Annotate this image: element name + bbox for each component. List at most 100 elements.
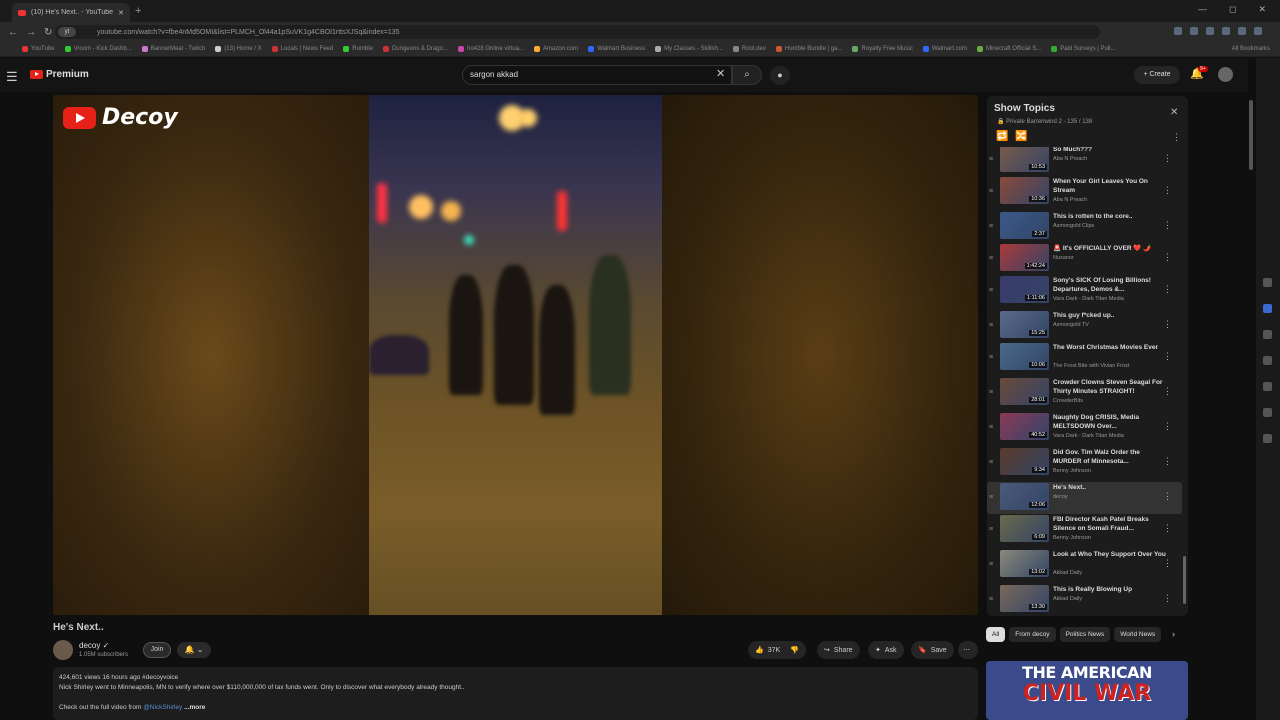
playlist-item[interactable]: ≡ 15:25 This guy f*cked up.. Asmongold TV ⋮	[987, 310, 1182, 342]
drag-handle-icon[interactable]: ≡	[989, 223, 993, 230]
thumbs-down-icon[interactable]: 👎	[790, 646, 799, 654]
drag-handle-icon[interactable]: ≡	[989, 494, 993, 501]
playlist-scrollbar[interactable]	[1183, 556, 1186, 604]
clear-search-icon[interactable]: ✕	[716, 67, 725, 80]
playlist-item-channel[interactable]: Benny Johnson	[1053, 468, 1091, 474]
playlist-item-channel[interactable]: Nuxanor	[1053, 255, 1074, 261]
playlist-item[interactable]: ≡ 40:52 Naughty Dog CRISIS, Media MELTSDOW…	[987, 412, 1182, 447]
playlist-item[interactable]: ≡ 12:06 He's Next.. decoy ⋮	[987, 482, 1182, 514]
bookmark-item[interactable]: ho428 Online virtua...	[458, 46, 524, 52]
video-thumbnail[interactable]: 13:02	[1000, 550, 1049, 577]
reload-icon[interactable]: ↻	[44, 27, 52, 38]
bookmark-item[interactable]: Royalty Free Music	[852, 46, 913, 52]
playlist-item-title[interactable]: This is rotten to the core..	[1053, 212, 1169, 221]
video-thumbnail[interactable]: 10:06	[1000, 343, 1049, 370]
extension-icon[interactable]	[1238, 27, 1246, 35]
drag-handle-icon[interactable]: ≡	[989, 287, 993, 294]
bookmark-item[interactable]: Walmart Business	[588, 46, 645, 52]
playlist-item-channel[interactable]: Aba N Preach	[1053, 156, 1087, 162]
drag-handle-icon[interactable]: ≡	[989, 459, 993, 466]
bookmark-item[interactable]: Paid Surveys | Pull...	[1051, 46, 1115, 52]
playlist-item[interactable]: ≡ 13:02 Look at Who They Support Over You A…	[987, 549, 1182, 584]
back-icon[interactable]: ←	[8, 27, 18, 38]
item-more-icon[interactable]: ⋮	[1163, 153, 1172, 164]
voice-search-button[interactable]: ●	[770, 66, 790, 85]
profile-icon[interactable]	[1254, 27, 1262, 35]
drag-handle-icon[interactable]: ≡	[989, 561, 993, 568]
playlist-item-title[interactable]: The Worst Christmas Movies Ever	[1053, 343, 1169, 352]
playlist-item-channel[interactable]: Aba N Preach	[1053, 197, 1087, 203]
filter-chip[interactable]: All	[986, 627, 1006, 642]
description-box[interactable]: 424,601 views 16 hours ago #decoyvoice N…	[53, 667, 978, 720]
item-more-icon[interactable]: ⋮	[1163, 456, 1172, 467]
filter-chip[interactable]: From decoy	[1009, 627, 1056, 642]
playlist-item-title[interactable]: Did Gov. Tim Walz Order the MURDER of Mi…	[1053, 448, 1169, 466]
playlist-item[interactable]: ≡ 6:09 FBI Director Kash Patel Breaks Sile…	[987, 514, 1182, 549]
new-tab-button[interactable]: +	[135, 5, 141, 17]
bookmark-item[interactable]: Humble Bundle | ga...	[775, 46, 842, 52]
user-avatar[interactable]	[1218, 67, 1233, 82]
playlist-item-title[interactable]: Naughty Dog CRISIS, Media MELTSDOWN Over…	[1053, 413, 1169, 431]
video-thumbnail[interactable]: 10:36	[1000, 177, 1049, 204]
playlist-item[interactable]: ≡ 10:53 So Much??? Aba N Preach ⋮	[987, 147, 1182, 176]
item-more-icon[interactable]: ⋮	[1163, 252, 1172, 263]
bookmark-item[interactable]: (13) Home / X	[215, 46, 262, 52]
all-bookmarks-button[interactable]: All Bookmarks	[1232, 46, 1270, 52]
drag-handle-icon[interactable]: ≡	[989, 526, 993, 533]
side-panel-icon[interactable]	[1263, 356, 1272, 365]
playlist-item-channel[interactable]: Akkad Daily	[1053, 596, 1082, 602]
save-button[interactable]: 🔖 Save	[911, 641, 954, 659]
item-more-icon[interactable]: ⋮	[1163, 523, 1172, 534]
browser-tab[interactable]: (10) He's Next.. - YouTube ✕	[12, 3, 130, 22]
item-more-icon[interactable]: ⋮	[1163, 351, 1172, 362]
playlist-item-title[interactable]: FBI Director Kash Patel Breaks Silence o…	[1053, 515, 1169, 533]
drag-handle-icon[interactable]: ≡	[989, 596, 993, 603]
playlist-item[interactable]: ≡ 2:37 This is rotten to the core.. Asmongo…	[987, 211, 1182, 243]
item-more-icon[interactable]: ⋮	[1163, 421, 1172, 432]
item-more-icon[interactable]: ⋮	[1163, 593, 1172, 604]
playlist-item-title[interactable]: He's Next..	[1053, 483, 1169, 492]
bookmark-item[interactable]: Dungeons & Drago...	[382, 46, 448, 52]
side-panel-icon[interactable]	[1263, 434, 1272, 443]
item-more-icon[interactable]: ⋮	[1163, 319, 1172, 330]
playlist-item[interactable]: ≡ 10:06 The Worst Christmas Movies Ever The…	[987, 342, 1182, 377]
page-scrollbar[interactable]	[1249, 100, 1253, 170]
video-thumbnail[interactable]: 28:01	[1000, 378, 1049, 405]
playlist-item-channel[interactable]: Akkad Daily	[1053, 570, 1082, 576]
channel-avatar[interactable]	[53, 640, 73, 660]
site-chip[interactable]: yt	[58, 27, 76, 37]
playlist-item[interactable]: ≡ 10:36 When Your Girl Leaves You On Strea…	[987, 176, 1182, 211]
filter-chip[interactable]: World News	[1114, 627, 1162, 642]
create-button[interactable]: + Create	[1134, 66, 1180, 84]
extension-icon[interactable]	[1222, 27, 1230, 35]
search-input[interactable]: sargon akkad	[462, 65, 732, 85]
side-panel-icon[interactable]	[1263, 382, 1272, 391]
join-button[interactable]: Join	[143, 642, 171, 658]
playlist-item[interactable]: ≡ 28:01 Crowder Clowns Steven Seagal For T…	[987, 377, 1182, 412]
youtube-logo[interactable]: Premium	[30, 69, 89, 80]
side-panel-icon[interactable]	[1263, 304, 1272, 313]
video-thumbnail[interactable]: 15:25	[1000, 311, 1049, 338]
related-video-thumbnail[interactable]: THE AMERICAN CIVIL WAR	[986, 661, 1188, 720]
playlist-item-title[interactable]: This is Really Blowing Up	[1053, 585, 1169, 594]
more-actions-button[interactable]: ⋯	[958, 641, 978, 659]
playlist-item-channel[interactable]: CrowderBits	[1053, 398, 1083, 404]
tab-close-icon[interactable]: ✕	[118, 9, 124, 17]
chevron-right-icon[interactable]: ›	[1172, 629, 1175, 639]
playlist-item-channel[interactable]: Asmongold TV	[1053, 322, 1089, 328]
item-more-icon[interactable]: ⋮	[1163, 491, 1172, 502]
bookmark-item[interactable]: BannerMeal - Twitch	[141, 46, 205, 52]
playlist-more-icon[interactable]: ⋮	[1172, 132, 1181, 143]
playlist-item-title[interactable]: This guy f*cked up..	[1053, 311, 1169, 320]
shuffle-icon[interactable]: 🔀	[1015, 131, 1027, 142]
video-thumbnail[interactable]: 12:06	[1000, 483, 1049, 510]
playlist-item-title[interactable]: So Much???	[1053, 147, 1169, 154]
drag-handle-icon[interactable]: ≡	[989, 188, 993, 195]
drag-handle-icon[interactable]: ≡	[989, 389, 993, 396]
close-window-button[interactable]: ✕	[1258, 4, 1266, 15]
video-thumbnail[interactable]: 6:09	[1000, 515, 1049, 542]
drag-handle-icon[interactable]: ≡	[989, 255, 993, 262]
playlist-title[interactable]: Show Topics	[994, 103, 1055, 114]
extension-icon[interactable]	[1190, 27, 1198, 35]
forward-icon[interactable]: →	[26, 27, 36, 38]
